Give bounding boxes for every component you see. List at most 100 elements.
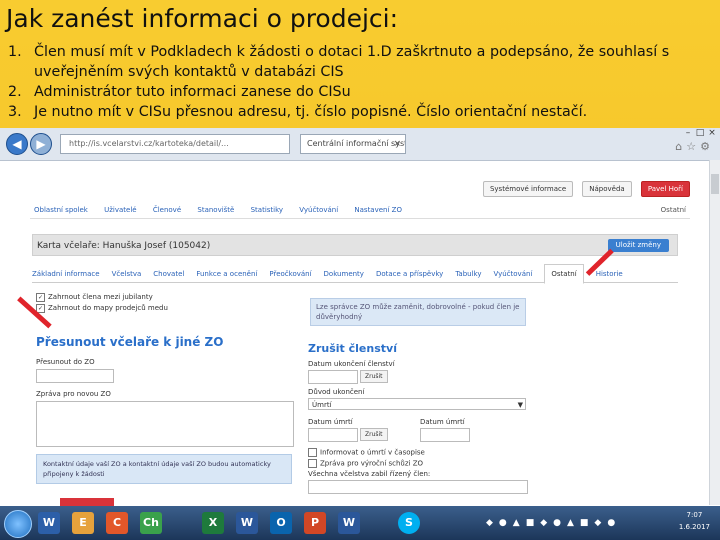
bullet-number: 3. xyxy=(8,104,22,120)
death-date-input[interactable] xyxy=(308,428,358,442)
right-note: Lze správce ZO může zaměnit, dobrovolné … xyxy=(310,298,526,326)
browser-toolbar: ◀ ▶ http://is.vcelarstvi.cz/kartoteka/de… xyxy=(0,128,720,161)
last-input[interactable] xyxy=(308,480,528,494)
tab-item[interactable]: Přeočkování xyxy=(269,265,311,283)
jubilant-checkbox-row[interactable]: ✓ Zahrnout člena mezi jubilanty xyxy=(36,292,168,303)
taskbar-app-icon[interactable]: Ch xyxy=(140,512,162,534)
menu-item[interactable]: Stanoviště xyxy=(197,206,234,214)
card-title: Karta včelaře: Hanuška Josef (105042) xyxy=(37,241,211,251)
date-button[interactable]: Zrušit xyxy=(360,428,388,441)
address-bar[interactable]: http://is.vcelarstvi.cz/kartoteka/detail… xyxy=(60,134,290,154)
checkbox[interactable] xyxy=(308,459,317,468)
user-button[interactable]: Pavel Hoří xyxy=(640,181,690,197)
browser-tools-icons[interactable]: ⌂☆⚙ xyxy=(675,140,714,153)
chevron-down-icon: ▼ xyxy=(517,401,523,409)
top-buttons: Systémové informace Nápověda Pavel Hoří xyxy=(479,176,690,197)
bullet-text: Člen musí mít v Podkladech k žádosti o d… xyxy=(34,44,670,60)
clock[interactable]: 7:07 1.6.2017 xyxy=(679,509,710,533)
taskbar-app-icon[interactable]: W xyxy=(38,512,60,534)
main-menu: Oblastní spolek Uživatelé Členové Stanov… xyxy=(34,206,416,214)
end-date-input[interactable] xyxy=(308,370,358,384)
checkbox-row[interactable]: Informovat o úmrtí v časopise xyxy=(308,448,425,457)
checkbox-label: Informovat o úmrtí v časopise xyxy=(320,448,425,457)
tab-item[interactable]: Historie xyxy=(596,265,623,283)
card-tabs: Základní informace Včelstva Chovatel Funkce… xyxy=(32,264,678,284)
menu-item[interactable]: Statistiky xyxy=(251,206,283,214)
system-tray-icons[interactable]: ◆●▲■◆●▲■◆● xyxy=(486,518,621,528)
honey-map-checkbox-row[interactable]: ✓ Zahrnout do mapy prodejců medu xyxy=(36,303,168,314)
taskbar-app-icon[interactable]: O xyxy=(270,512,292,534)
bullet-item: uveřejněním svých kontaktů v databázi CI… xyxy=(8,62,716,82)
tab-item[interactable]: Tabulky xyxy=(455,265,481,283)
bullet-item: 1. Člen musí mít v Podkladech k žádosti o… xyxy=(8,42,716,62)
tab-item[interactable]: Dokumenty xyxy=(324,265,364,283)
save-button[interactable]: Uložit změny xyxy=(607,239,669,252)
taskbar-app-icon[interactable]: P xyxy=(304,512,326,534)
tab-item[interactable]: Vyúčtování xyxy=(494,265,533,283)
field-label: Všechna včelstva zabil řízený člen: xyxy=(308,470,431,478)
taskbar-app-icon[interactable]: S xyxy=(398,512,420,534)
taskbar-app-icon[interactable]: E xyxy=(72,512,94,534)
minimize-icon[interactable]: – xyxy=(682,128,694,138)
menu-item[interactable]: Vyúčtování xyxy=(299,206,338,214)
maximize-icon[interactable]: □ xyxy=(694,128,706,138)
slide-title: Jak zanést informaci o prodejci: xyxy=(6,4,399,33)
checkbox-label: Zpráva pro výroční schůzi ZO xyxy=(320,459,424,468)
bullet-number: 2. xyxy=(8,84,22,100)
browser-screenshot: ◀ ▶ http://is.vcelarstvi.cz/kartoteka/de… xyxy=(0,128,720,540)
card-header: Karta včelaře: Hanuška Josef (105042) Ul… xyxy=(32,234,678,256)
move-beekeeper-heading: Přesunout včelaře k jiné ZO xyxy=(36,335,224,349)
taskbar-app-icon[interactable]: X xyxy=(202,512,224,534)
scroll-thumb[interactable] xyxy=(711,174,719,194)
clock-date: 1.6.2017 xyxy=(678,523,710,531)
start-button-icon[interactable] xyxy=(4,510,32,538)
taskbar-app-icon[interactable]: W xyxy=(338,512,360,534)
browser-tab[interactable]: Centrální informační syst... × xyxy=(300,134,406,154)
checkbox[interactable]: ✓ xyxy=(36,292,45,302)
select-value: Úmrtí xyxy=(312,401,332,409)
menu-item[interactable]: Nastavení ZO xyxy=(354,206,402,214)
forward-icon[interactable]: ▶ xyxy=(30,133,52,155)
close-icon[interactable]: × xyxy=(706,128,718,138)
checkbox[interactable] xyxy=(308,448,317,457)
tab-label: Centrální informační syst... xyxy=(307,139,406,148)
taskbar: W E C Ch X W O P W S ◆●▲■◆●▲■◆● 7:07 1.6… xyxy=(0,506,720,540)
info-box: Kontaktní údaje vaší ZO a kontaktní údaj… xyxy=(36,454,292,484)
taskbar-app-icon[interactable]: C xyxy=(106,512,128,534)
checkbox-group: ✓ Zahrnout člena mezi jubilanty ✓ Zahrnout… xyxy=(36,292,168,314)
settings-link[interactable]: Ostatní xyxy=(661,206,686,214)
app-page: Systémové informace Nápověda Pavel Hoří … xyxy=(10,164,700,508)
system-info-button[interactable]: Systémové informace xyxy=(482,181,574,197)
checkbox-label: Zahrnout do mapy prodejců medu xyxy=(48,304,168,312)
checkbox-row[interactable]: Zpráva pro výroční schůzi ZO xyxy=(308,459,423,468)
bullet-text: Administrátor tuto informaci zanese do C… xyxy=(34,84,351,100)
tab-item[interactable]: Dotace a příspěvky xyxy=(376,265,443,283)
field-label: Důvod ukončení xyxy=(308,388,365,396)
tab-item[interactable]: Funkce a ocenění xyxy=(196,265,257,283)
date-button[interactable]: Zrušit xyxy=(360,370,388,383)
target-zo-input[interactable] xyxy=(36,369,114,383)
checkbox-label: Zahrnout člena mezi jubilanty xyxy=(48,293,153,301)
menu-item[interactable]: Členové xyxy=(153,206,181,214)
field-label: Datum úmrtí xyxy=(420,418,465,426)
death-date-input-2[interactable] xyxy=(420,428,470,442)
field-label: Datum úmrtí xyxy=(308,418,353,426)
bullet-list: 1. Člen musí mít v Podkladech k žádosti o… xyxy=(8,42,716,122)
taskbar-app-icon[interactable]: W xyxy=(236,512,258,534)
menu-item[interactable]: Uživatelé xyxy=(104,206,136,214)
field-label: Datum ukončení členství xyxy=(308,360,395,368)
tab-item[interactable]: Základní informace xyxy=(32,265,100,283)
bullet-number: 1. xyxy=(8,44,22,60)
tab-ostatni[interactable]: Ostatní xyxy=(544,264,584,284)
scrollbar[interactable] xyxy=(709,160,720,505)
menu-item[interactable]: Oblastní spolek xyxy=(34,206,88,214)
tab-close-icon[interactable]: × xyxy=(393,135,401,153)
tab-item[interactable]: Včelstva xyxy=(112,265,142,283)
back-icon[interactable]: ◀ xyxy=(6,133,28,155)
tab-item[interactable]: Chovatel xyxy=(153,265,184,283)
message-textarea[interactable] xyxy=(36,401,294,447)
reason-select[interactable]: Úmrtí ▼ xyxy=(308,398,526,410)
bullet-item: 3. Je nutno mít v CISu přesnou adresu, tj… xyxy=(8,102,716,122)
help-button[interactable]: Nápověda xyxy=(582,181,632,197)
clock-time: 7:07 xyxy=(686,511,703,519)
